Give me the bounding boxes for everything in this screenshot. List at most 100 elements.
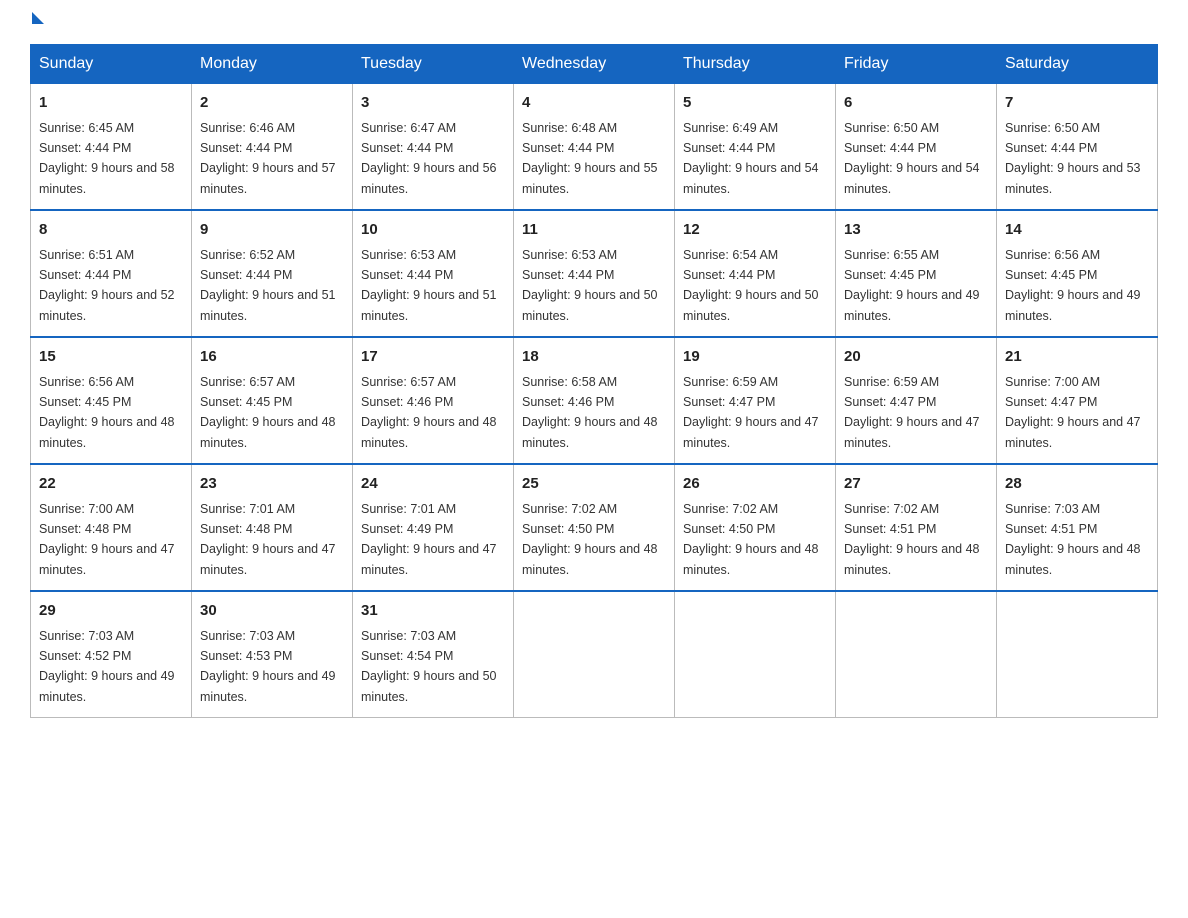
calendar-cell: 15 Sunrise: 6:56 AMSunset: 4:45 PMDaylig… (31, 337, 192, 464)
day-info: Sunrise: 7:03 AMSunset: 4:53 PMDaylight:… (200, 629, 336, 704)
calendar-cell: 29 Sunrise: 7:03 AMSunset: 4:52 PMDaylig… (31, 591, 192, 718)
day-info: Sunrise: 7:02 AMSunset: 4:50 PMDaylight:… (683, 502, 819, 577)
day-info: Sunrise: 7:02 AMSunset: 4:51 PMDaylight:… (844, 502, 980, 577)
day-info: Sunrise: 6:52 AMSunset: 4:44 PMDaylight:… (200, 248, 336, 323)
day-number: 23 (200, 473, 344, 496)
day-number: 29 (39, 600, 183, 623)
calendar-cell: 13 Sunrise: 6:55 AMSunset: 4:45 PMDaylig… (836, 210, 997, 337)
day-info: Sunrise: 6:59 AMSunset: 4:47 PMDaylight:… (844, 375, 980, 450)
calendar-cell: 21 Sunrise: 7:00 AMSunset: 4:47 PMDaylig… (997, 337, 1158, 464)
day-number: 2 (200, 92, 344, 115)
day-number: 1 (39, 92, 183, 115)
weekday-header-saturday: Saturday (997, 45, 1158, 84)
day-number: 12 (683, 219, 827, 242)
logo (30, 20, 44, 24)
day-number: 22 (39, 473, 183, 496)
calendar-cell (836, 591, 997, 718)
day-number: 9 (200, 219, 344, 242)
day-number: 16 (200, 346, 344, 369)
calendar-cell: 12 Sunrise: 6:54 AMSunset: 4:44 PMDaylig… (675, 210, 836, 337)
calendar-cell: 23 Sunrise: 7:01 AMSunset: 4:48 PMDaylig… (192, 464, 353, 591)
day-number: 26 (683, 473, 827, 496)
weekday-header-thursday: Thursday (675, 45, 836, 84)
calendar-cell: 26 Sunrise: 7:02 AMSunset: 4:50 PMDaylig… (675, 464, 836, 591)
day-info: Sunrise: 7:01 AMSunset: 4:49 PMDaylight:… (361, 502, 497, 577)
calendar-table: SundayMondayTuesdayWednesdayThursdayFrid… (30, 44, 1158, 718)
day-number: 3 (361, 92, 505, 115)
calendar-cell: 20 Sunrise: 6:59 AMSunset: 4:47 PMDaylig… (836, 337, 997, 464)
calendar-cell: 14 Sunrise: 6:56 AMSunset: 4:45 PMDaylig… (997, 210, 1158, 337)
calendar-cell: 1 Sunrise: 6:45 AMSunset: 4:44 PMDayligh… (31, 84, 192, 211)
day-info: Sunrise: 6:54 AMSunset: 4:44 PMDaylight:… (683, 248, 819, 323)
calendar-cell: 17 Sunrise: 6:57 AMSunset: 4:46 PMDaylig… (353, 337, 514, 464)
logo-triangle-icon (32, 12, 44, 24)
day-info: Sunrise: 6:56 AMSunset: 4:45 PMDaylight:… (39, 375, 175, 450)
day-info: Sunrise: 6:53 AMSunset: 4:44 PMDaylight:… (522, 248, 658, 323)
day-number: 18 (522, 346, 666, 369)
calendar-cell: 9 Sunrise: 6:52 AMSunset: 4:44 PMDayligh… (192, 210, 353, 337)
day-number: 17 (361, 346, 505, 369)
day-info: Sunrise: 6:47 AMSunset: 4:44 PMDaylight:… (361, 121, 497, 196)
calendar-cell: 10 Sunrise: 6:53 AMSunset: 4:44 PMDaylig… (353, 210, 514, 337)
calendar-week-row: 22 Sunrise: 7:00 AMSunset: 4:48 PMDaylig… (31, 464, 1158, 591)
calendar-cell: 19 Sunrise: 6:59 AMSunset: 4:47 PMDaylig… (675, 337, 836, 464)
weekday-header-tuesday: Tuesday (353, 45, 514, 84)
day-info: Sunrise: 6:48 AMSunset: 4:44 PMDaylight:… (522, 121, 658, 196)
calendar-cell: 6 Sunrise: 6:50 AMSunset: 4:44 PMDayligh… (836, 84, 997, 211)
calendar-cell: 11 Sunrise: 6:53 AMSunset: 4:44 PMDaylig… (514, 210, 675, 337)
day-info: Sunrise: 6:57 AMSunset: 4:46 PMDaylight:… (361, 375, 497, 450)
day-info: Sunrise: 6:50 AMSunset: 4:44 PMDaylight:… (1005, 121, 1141, 196)
day-info: Sunrise: 7:03 AMSunset: 4:51 PMDaylight:… (1005, 502, 1141, 577)
calendar-cell: 28 Sunrise: 7:03 AMSunset: 4:51 PMDaylig… (997, 464, 1158, 591)
weekday-header-monday: Monday (192, 45, 353, 84)
day-number: 4 (522, 92, 666, 115)
calendar-week-row: 8 Sunrise: 6:51 AMSunset: 4:44 PMDayligh… (31, 210, 1158, 337)
weekday-header-wednesday: Wednesday (514, 45, 675, 84)
day-number: 8 (39, 219, 183, 242)
day-number: 27 (844, 473, 988, 496)
day-info: Sunrise: 7:00 AMSunset: 4:47 PMDaylight:… (1005, 375, 1141, 450)
page-header (30, 20, 1158, 24)
day-number: 25 (522, 473, 666, 496)
calendar-cell: 7 Sunrise: 6:50 AMSunset: 4:44 PMDayligh… (997, 84, 1158, 211)
day-number: 14 (1005, 219, 1149, 242)
day-info: Sunrise: 6:51 AMSunset: 4:44 PMDaylight:… (39, 248, 175, 323)
day-number: 11 (522, 219, 666, 242)
weekday-header-friday: Friday (836, 45, 997, 84)
calendar-cell: 5 Sunrise: 6:49 AMSunset: 4:44 PMDayligh… (675, 84, 836, 211)
day-info: Sunrise: 6:46 AMSunset: 4:44 PMDaylight:… (200, 121, 336, 196)
day-number: 7 (1005, 92, 1149, 115)
calendar-cell: 2 Sunrise: 6:46 AMSunset: 4:44 PMDayligh… (192, 84, 353, 211)
calendar-cell: 18 Sunrise: 6:58 AMSunset: 4:46 PMDaylig… (514, 337, 675, 464)
calendar-cell (675, 591, 836, 718)
weekday-header-sunday: Sunday (31, 45, 192, 84)
calendar-cell: 25 Sunrise: 7:02 AMSunset: 4:50 PMDaylig… (514, 464, 675, 591)
calendar-cell: 30 Sunrise: 7:03 AMSunset: 4:53 PMDaylig… (192, 591, 353, 718)
calendar-week-row: 29 Sunrise: 7:03 AMSunset: 4:52 PMDaylig… (31, 591, 1158, 718)
day-info: Sunrise: 6:55 AMSunset: 4:45 PMDaylight:… (844, 248, 980, 323)
calendar-cell: 8 Sunrise: 6:51 AMSunset: 4:44 PMDayligh… (31, 210, 192, 337)
day-number: 20 (844, 346, 988, 369)
day-info: Sunrise: 6:53 AMSunset: 4:44 PMDaylight:… (361, 248, 497, 323)
calendar-cell: 27 Sunrise: 7:02 AMSunset: 4:51 PMDaylig… (836, 464, 997, 591)
day-number: 19 (683, 346, 827, 369)
day-number: 30 (200, 600, 344, 623)
day-number: 21 (1005, 346, 1149, 369)
day-info: Sunrise: 6:59 AMSunset: 4:47 PMDaylight:… (683, 375, 819, 450)
day-number: 10 (361, 219, 505, 242)
day-info: Sunrise: 7:03 AMSunset: 4:52 PMDaylight:… (39, 629, 175, 704)
calendar-week-row: 1 Sunrise: 6:45 AMSunset: 4:44 PMDayligh… (31, 84, 1158, 211)
day-info: Sunrise: 6:50 AMSunset: 4:44 PMDaylight:… (844, 121, 980, 196)
calendar-cell (997, 591, 1158, 718)
calendar-header-row: SundayMondayTuesdayWednesdayThursdayFrid… (31, 45, 1158, 84)
day-info: Sunrise: 6:58 AMSunset: 4:46 PMDaylight:… (522, 375, 658, 450)
calendar-cell: 31 Sunrise: 7:03 AMSunset: 4:54 PMDaylig… (353, 591, 514, 718)
calendar-cell: 22 Sunrise: 7:00 AMSunset: 4:48 PMDaylig… (31, 464, 192, 591)
calendar-cell: 16 Sunrise: 6:57 AMSunset: 4:45 PMDaylig… (192, 337, 353, 464)
day-number: 24 (361, 473, 505, 496)
calendar-cell: 3 Sunrise: 6:47 AMSunset: 4:44 PMDayligh… (353, 84, 514, 211)
day-info: Sunrise: 7:03 AMSunset: 4:54 PMDaylight:… (361, 629, 497, 704)
day-number: 5 (683, 92, 827, 115)
day-number: 28 (1005, 473, 1149, 496)
calendar-cell: 24 Sunrise: 7:01 AMSunset: 4:49 PMDaylig… (353, 464, 514, 591)
